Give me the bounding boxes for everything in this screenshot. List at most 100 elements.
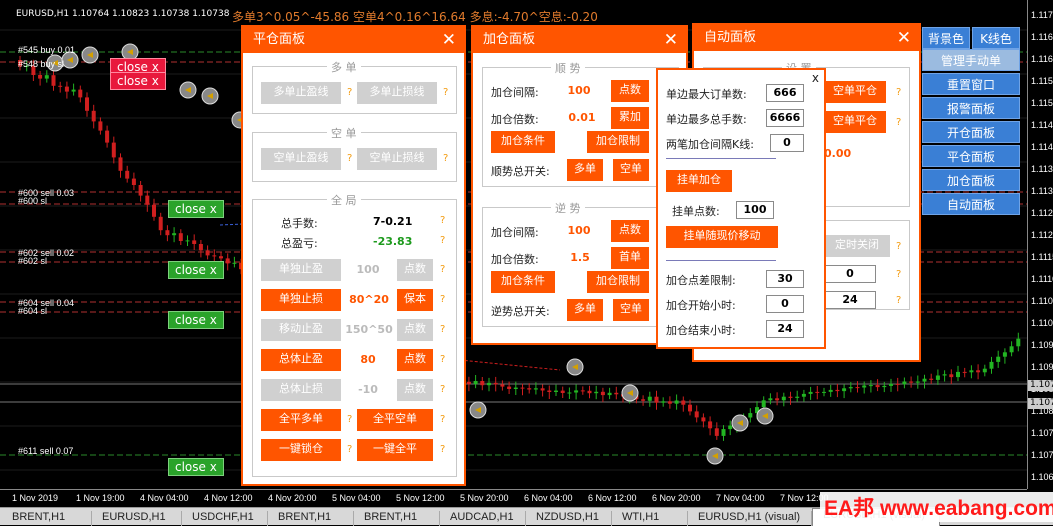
close-order-button[interactable]: close x: [168, 200, 224, 218]
chart-tab[interactable]: BRENT,H1: [268, 511, 354, 526]
help-icon[interactable]: ?: [347, 414, 352, 425]
close-all-long-button[interactable]: 全平多单: [261, 409, 341, 431]
close-panel-title[interactable]: 平仓面板 ✕: [243, 27, 464, 53]
spread-limit-input[interactable]: 30: [766, 270, 804, 288]
long-sl-line-button[interactable]: 多单止损线: [357, 82, 437, 104]
help-icon[interactable]: ?: [347, 87, 352, 98]
counter-interval-unit-button[interactable]: 点数: [611, 220, 649, 242]
close-all-short-button[interactable]: 全平空单: [357, 409, 433, 431]
close-order-button[interactable]: close x: [168, 458, 224, 476]
trend-mult-mode-button[interactable]: 累加: [611, 107, 649, 129]
add-limit-popup: x 单边最大订单数: 666 单边最多总手数: 6666 两笔加仓间隔K线: 0…: [656, 68, 826, 349]
lock-button[interactable]: 一键锁仓: [261, 439, 341, 461]
total-sl-button[interactable]: 总体止损: [261, 379, 341, 401]
time-tick: 6 Nov 20:00: [652, 493, 701, 503]
price-tick: 1.1160: [1031, 54, 1053, 64]
chart-tab[interactable]: NZDUSD,H1: [526, 511, 612, 526]
close-order-button[interactable]: close x: [168, 261, 224, 279]
auto-close-short-button[interactable]: 空单平仓: [824, 81, 886, 103]
background-color-button[interactable]: 背景色: [922, 27, 970, 49]
close-icon[interactable]: ✕: [897, 25, 911, 51]
help-icon[interactable]: ?: [440, 444, 445, 455]
trend-condition-button[interactable]: 加仓条件: [491, 131, 555, 153]
help-icon[interactable]: ?: [440, 235, 445, 246]
close-icon[interactable]: ✕: [664, 27, 678, 53]
bar-interval-input[interactable]: 0: [770, 134, 804, 152]
counter-condition-button[interactable]: 加仓条件: [491, 271, 555, 293]
counter-long-toggle[interactable]: 多单: [567, 299, 603, 321]
chart-tab[interactable]: EURUSD,H1 (visual): [688, 511, 812, 526]
manage-manual-orders-button[interactable]: 管理手动单: [922, 49, 1020, 71]
trend-interval-unit-button[interactable]: 点数: [611, 80, 649, 102]
help-icon[interactable]: ?: [896, 295, 901, 306]
auto-close-short-button-2[interactable]: 空单平仓: [824, 111, 886, 133]
help-icon[interactable]: ?: [440, 324, 445, 335]
close-icon[interactable]: ✕: [442, 27, 456, 53]
auto-start-input[interactable]: 0: [824, 265, 876, 283]
single-sl-button[interactable]: 单独止损: [261, 289, 341, 311]
help-icon[interactable]: ?: [443, 153, 448, 164]
alert-panel-button[interactable]: 报警面板: [922, 97, 1020, 119]
price-tick: 1.1090: [1031, 362, 1053, 372]
candle-color-button[interactable]: K线色: [972, 27, 1020, 49]
timed-close-button[interactable]: 定时关闭: [824, 235, 890, 257]
help-icon[interactable]: ?: [440, 414, 445, 425]
chart-tab[interactable]: BRENT,H1: [2, 511, 92, 526]
counter-limit-button[interactable]: 加仓限制: [587, 271, 649, 293]
long-tp-line-button[interactable]: 多单止盈线: [261, 82, 341, 104]
help-icon[interactable]: ?: [896, 241, 901, 252]
breakeven-button[interactable]: 保本: [397, 289, 433, 311]
trend-limit-button[interactable]: 加仓限制: [587, 131, 649, 153]
help-icon[interactable]: ?: [440, 384, 445, 395]
auto-panel-title[interactable]: 自动面板 ✕: [694, 25, 919, 51]
short-sl-line-button[interactable]: 空单止损线: [357, 148, 437, 170]
start-hour-input[interactable]: 0: [766, 295, 804, 313]
counter-short-toggle[interactable]: 空单: [613, 299, 649, 321]
close-order-button[interactable]: close x: [110, 72, 166, 90]
help-icon[interactable]: ?: [347, 444, 352, 455]
short-tp-line-button[interactable]: 空单止盈线: [261, 148, 341, 170]
close-icon[interactable]: x: [812, 71, 819, 85]
end-hour-input[interactable]: 24: [766, 320, 804, 338]
chart-tab[interactable]: AUDCAD,H1: [440, 511, 526, 526]
help-icon[interactable]: ?: [440, 354, 445, 365]
counter-mult-mode-button[interactable]: 首单: [611, 247, 649, 269]
trail-tp-unit-button[interactable]: 点数: [397, 319, 433, 341]
help-icon[interactable]: ?: [443, 87, 448, 98]
chart-tab[interactable]: USDCHF,H1: [182, 511, 268, 526]
pending-points-input[interactable]: 100: [736, 201, 774, 219]
chart-tab[interactable]: BRENT,H1: [354, 511, 440, 526]
help-icon[interactable]: ?: [896, 269, 901, 280]
help-icon[interactable]: ?: [896, 87, 901, 98]
auto-panel-button[interactable]: 自动面板: [922, 193, 1020, 215]
help-icon[interactable]: ?: [896, 117, 901, 128]
auto-end-input[interactable]: 24: [824, 291, 876, 309]
add-panel-title[interactable]: 加仓面板 ✕: [473, 27, 686, 53]
help-icon[interactable]: ?: [440, 294, 445, 305]
close-order-button[interactable]: close x: [168, 311, 224, 329]
total-sl-unit-button[interactable]: 点数: [397, 379, 433, 401]
help-icon[interactable]: ?: [440, 215, 445, 226]
add-panel-button[interactable]: 加仓面板: [922, 169, 1020, 191]
total-tp-button[interactable]: 总体止盈: [261, 349, 341, 371]
total-tp-unit-button[interactable]: 点数: [397, 349, 433, 371]
help-icon[interactable]: ?: [347, 153, 352, 164]
max-orders-input[interactable]: 666: [766, 84, 804, 102]
pending-add-button[interactable]: 挂单加仓: [666, 170, 732, 192]
single-tp-button[interactable]: 单独止盈: [261, 259, 341, 281]
trail-tp-button[interactable]: 移动止盈: [261, 319, 341, 341]
chart-tab[interactable]: WTI,H1: [612, 511, 688, 526]
close-all-button[interactable]: 一键全平: [357, 439, 433, 461]
trend-long-toggle[interactable]: 多单: [567, 159, 603, 181]
open-panel-button[interactable]: 开仓面板: [922, 121, 1020, 143]
help-icon[interactable]: ?: [440, 264, 445, 275]
start-hour-label: 加仓开始小时:: [666, 299, 736, 312]
reset-window-button[interactable]: 重置窗口: [922, 73, 1020, 95]
single-tp-unit-button[interactable]: 点数: [397, 259, 433, 281]
price-tick: 1.1165: [1031, 32, 1053, 42]
pending-follow-button[interactable]: 挂单随现价移动: [666, 226, 778, 248]
trend-short-toggle[interactable]: 空单: [613, 159, 649, 181]
close-panel-button[interactable]: 平仓面板: [922, 145, 1020, 167]
chart-tab[interactable]: EURUSD,H1: [92, 511, 182, 526]
max-lots-input[interactable]: 6666: [766, 109, 804, 127]
